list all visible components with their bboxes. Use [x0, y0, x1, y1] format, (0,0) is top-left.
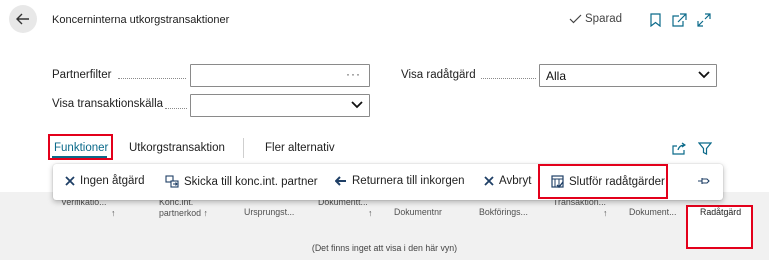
column-header-dokumentnr[interactable]: Dokumentnr: [394, 207, 442, 218]
radatgard-select[interactable]: Alla: [539, 64, 717, 87]
filter-icon: [698, 141, 712, 155]
active-tab-indicator: [52, 156, 107, 158]
checkmark-icon: [569, 14, 582, 24]
saved-label: Sparad: [585, 13, 623, 25]
column-header-bokforingsdatum[interactable]: Bokförings...: [479, 207, 528, 218]
menu-item-skicka-till-partner[interactable]: Skicka till konc.int. partner: [165, 175, 318, 188]
share-button[interactable]: [671, 140, 687, 156]
pin-icon: [698, 178, 710, 184]
column-header-dokumenttyp[interactable]: Dokumentt... ↑: [318, 197, 372, 219]
page: Koncerninterna utkorgstransaktioner Spar…: [0, 0, 769, 260]
transaktionskalla-label: Visa transaktionskälla: [52, 98, 164, 110]
tab-fler-alternativ[interactable]: Fler alternativ: [265, 142, 335, 154]
column-header-ursprungstyp[interactable]: Ursprungst...: [244, 207, 294, 218]
empty-list-message: (Det finns inget att visa i den här vyn): [311, 243, 458, 253]
column-header-transaktionsnr[interactable]: Transaktion... ↑: [553, 197, 607, 219]
chevron-down-icon: [351, 101, 363, 109]
leader-dots: [118, 78, 186, 79]
menu-item-ingen-atgard[interactable]: Ingen åtgärd: [65, 175, 145, 187]
saved-status: Sparad: [569, 13, 622, 25]
arrow-left-icon: [335, 176, 346, 186]
expand-icon: [697, 13, 711, 27]
tab-divider: [243, 138, 244, 158]
pin-button[interactable]: [697, 176, 710, 186]
menu-item-avbryt[interactable]: Avbryt: [484, 175, 531, 187]
filter-button[interactable]: [697, 140, 713, 156]
column-header-dokumentdatum[interactable]: Dokument...: [629, 207, 676, 218]
leader-dots: [165, 108, 187, 109]
leader-dots: [481, 78, 536, 79]
x-icon: [484, 176, 494, 186]
back-button[interactable]: [9, 5, 37, 33]
tab-utkorgstransaktion[interactable]: Utkorgstransaktion: [129, 142, 225, 154]
expand-button[interactable]: [696, 12, 712, 28]
share-icon: [672, 142, 686, 155]
x-icon: [65, 176, 75, 186]
column-header-verifikation[interactable]: Verifikatio... ↑: [61, 197, 115, 219]
open-new-window-button[interactable]: [671, 12, 687, 28]
funktioner-menu: Ingen åtgärd Skicka till konc.int. partn…: [53, 164, 723, 200]
finish-icon: [551, 175, 564, 188]
arrow-left-icon: [16, 13, 29, 25]
partnerfilter-input[interactable]: ···: [190, 64, 370, 87]
radatgard-filter-label: Visa radåtgärd: [401, 69, 476, 81]
bookmark-button[interactable]: [647, 12, 663, 28]
transaktionskalla-select[interactable]: [190, 94, 370, 117]
open-new-window-icon: [671, 13, 687, 27]
tab-funktioner[interactable]: Funktioner: [54, 142, 108, 154]
send-icon: [165, 175, 179, 188]
column-header-radatgard[interactable]: Radåtgärd: [700, 207, 741, 218]
menu-item-slutfor-radatgarder[interactable]: Slutför radåtgärder: [551, 175, 665, 188]
radatgard-value: Alla: [546, 69, 567, 83]
page-title: Koncerninterna utkorgstransaktioner: [52, 14, 230, 26]
partnerfilter-label: Partnerfilter: [52, 69, 112, 81]
bookmark-icon: [649, 13, 661, 27]
column-header-partnerkod[interactable]: Konc.int. partnerkod ↑: [159, 197, 208, 219]
lookup-ellipsis-icon[interactable]: ···: [346, 67, 361, 81]
chevron-down-icon: [698, 71, 710, 79]
menu-item-returnera-till-inkorgen[interactable]: Returnera till inkorgen: [335, 175, 465, 187]
